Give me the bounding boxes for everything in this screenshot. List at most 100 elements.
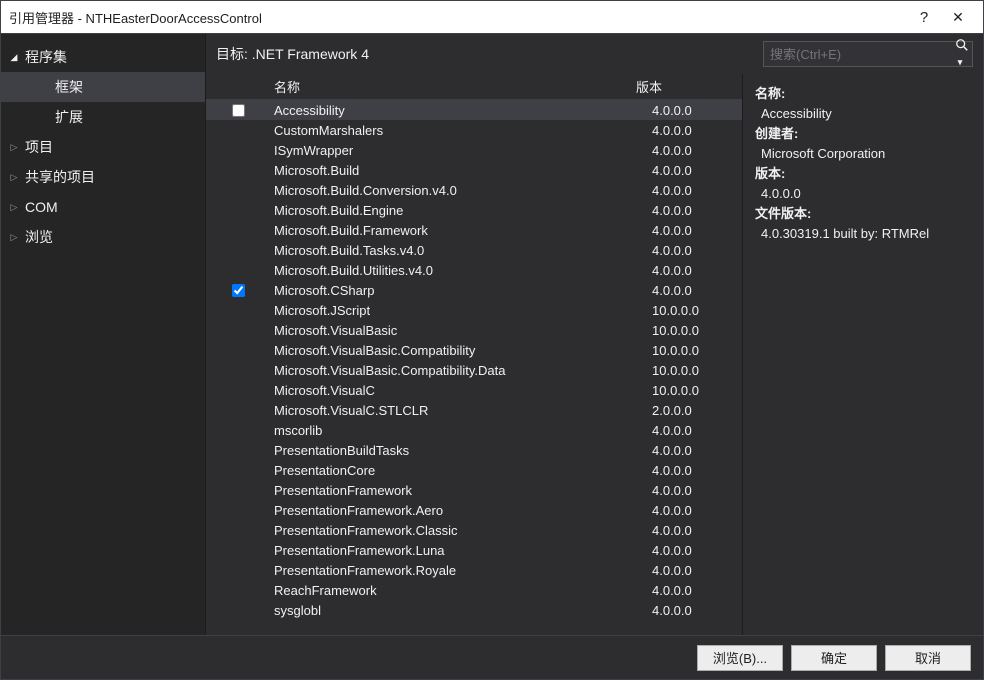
assembly-row[interactable]: PresentationFramework.Royale4.0.0.0	[206, 560, 742, 580]
help-button[interactable]: ?	[907, 3, 941, 31]
sidebar-item-6[interactable]: 浏览	[1, 222, 205, 252]
col-version-header[interactable]: 版本	[636, 77, 726, 96]
assembly-name: Accessibility	[270, 103, 652, 118]
main: 目标: .NET Framework 4 ▾ 名称 版本 Acc	[206, 34, 983, 635]
assembly-version: 4.0.0.0	[652, 483, 742, 498]
assembly-row[interactable]: Microsoft.Build4.0.0.0	[206, 160, 742, 180]
detail-filever-value: 4.0.30319.1 built by: RTMRel	[755, 224, 971, 244]
search-box[interactable]: ▾	[763, 41, 973, 67]
assembly-row[interactable]: Microsoft.Build.Framework4.0.0.0	[206, 220, 742, 240]
reference-manager-window: 引用管理器 - NTHEasterDoorAccessControl ? ✕ 程…	[0, 0, 984, 680]
assembly-name: PresentationBuildTasks	[270, 443, 652, 458]
assembly-row[interactable]: Accessibility4.0.0.0	[206, 100, 742, 120]
assembly-version: 4.0.0.0	[652, 143, 742, 158]
assembly-name: Microsoft.Build.Conversion.v4.0	[270, 183, 652, 198]
assembly-version: 4.0.0.0	[652, 103, 742, 118]
assembly-row[interactable]: PresentationFramework4.0.0.0	[206, 480, 742, 500]
assembly-name: sysglobl	[270, 603, 652, 618]
detail-filever-label: 文件版本:	[755, 204, 971, 224]
tree-collapsed-icon	[7, 142, 21, 153]
assembly-version: 10.0.0.0	[652, 383, 742, 398]
assembly-name: ISymWrapper	[270, 143, 652, 158]
sidebar-item-2[interactable]: 扩展	[1, 102, 205, 132]
sidebar-item-5[interactable]: COM	[1, 192, 205, 222]
assembly-row[interactable]: Microsoft.JScript10.0.0.0	[206, 300, 742, 320]
assembly-row[interactable]: PresentationBuildTasks4.0.0.0	[206, 440, 742, 460]
topbar: 目标: .NET Framework 4 ▾	[206, 34, 983, 74]
ok-button[interactable]: 确定	[791, 645, 877, 671]
assembly-name: PresentationFramework.Aero	[270, 503, 652, 518]
assembly-row[interactable]: sysglobl4.0.0.0	[206, 600, 742, 620]
assembly-row[interactable]: PresentationCore4.0.0.0	[206, 460, 742, 480]
assembly-checkbox[interactable]	[232, 284, 245, 297]
sidebar-item-0[interactable]: 程序集	[1, 42, 205, 72]
assembly-version: 4.0.0.0	[652, 183, 742, 198]
assembly-version: 4.0.0.0	[652, 223, 742, 238]
assembly-name: Microsoft.Build	[270, 163, 652, 178]
assembly-row[interactable]: Microsoft.VisualBasic.Compatibility.Data…	[206, 360, 742, 380]
assembly-grid: 名称 版本 Accessibility4.0.0.0CustomMarshale…	[206, 74, 743, 635]
sidebar-item-label: 共享的项目	[25, 167, 95, 187]
assembly-version: 4.0.0.0	[652, 243, 742, 258]
assembly-name: Microsoft.CSharp	[270, 283, 652, 298]
assembly-row[interactable]: Microsoft.CSharp4.0.0.0	[206, 280, 742, 300]
assembly-row[interactable]: Microsoft.VisualBasic.Compatibility10.0.…	[206, 340, 742, 360]
assembly-row[interactable]: Microsoft.Build.Utilities.v4.04.0.0.0	[206, 260, 742, 280]
search-icon[interactable]: ▾	[952, 38, 972, 71]
assembly-checkbox[interactable]	[232, 104, 245, 117]
assembly-version: 4.0.0.0	[652, 423, 742, 438]
assembly-name: CustomMarshalers	[270, 123, 652, 138]
assembly-version: 4.0.0.0	[652, 523, 742, 538]
target-label: 目标: .NET Framework 4	[216, 44, 753, 64]
row-checkbox-cell	[206, 104, 270, 117]
assembly-version: 4.0.0.0	[652, 583, 742, 598]
sidebar-item-1[interactable]: 框架	[1, 72, 205, 102]
assembly-name: Microsoft.VisualC.STLCLR	[270, 403, 652, 418]
sidebar-item-4[interactable]: 共享的项目	[1, 162, 205, 192]
assembly-row[interactable]: PresentationFramework.Luna4.0.0.0	[206, 540, 742, 560]
assembly-row[interactable]: Microsoft.Build.Tasks.v4.04.0.0.0	[206, 240, 742, 260]
sidebar-item-label: 程序集	[25, 47, 67, 67]
assembly-row[interactable]: CustomMarshalers4.0.0.0	[206, 120, 742, 140]
titlebar[interactable]: 引用管理器 - NTHEasterDoorAccessControl ? ✕	[1, 1, 983, 33]
assembly-name: ReachFramework	[270, 583, 652, 598]
sidebar-item-3[interactable]: 项目	[1, 132, 205, 162]
assembly-version: 4.0.0.0	[652, 203, 742, 218]
search-input[interactable]	[764, 47, 952, 62]
assembly-row[interactable]: mscorlib4.0.0.0	[206, 420, 742, 440]
assembly-name: PresentationFramework	[270, 483, 652, 498]
col-name-header[interactable]: 名称	[270, 77, 636, 96]
assembly-version: 4.0.0.0	[652, 603, 742, 618]
sidebar-item-label: 扩展	[55, 107, 83, 127]
assembly-version: 10.0.0.0	[652, 323, 742, 338]
assembly-row[interactable]: ReachFramework4.0.0.0	[206, 580, 742, 600]
sidebar-item-label: COM	[25, 199, 58, 215]
assembly-row[interactable]: PresentationFramework.Classic4.0.0.0	[206, 520, 742, 540]
assembly-row[interactable]: Microsoft.VisualBasic10.0.0.0	[206, 320, 742, 340]
detail-name-label: 名称:	[755, 84, 971, 104]
assembly-version: 10.0.0.0	[652, 363, 742, 378]
assembly-version: 4.0.0.0	[652, 283, 742, 298]
assembly-row[interactable]: ISymWrapper4.0.0.0	[206, 140, 742, 160]
assembly-row[interactable]: Microsoft.VisualC.STLCLR2.0.0.0	[206, 400, 742, 420]
assembly-name: Microsoft.Build.Framework	[270, 223, 652, 238]
assembly-row[interactable]: Microsoft.VisualC10.0.0.0	[206, 380, 742, 400]
grid-header[interactable]: 名称 版本	[206, 74, 742, 100]
window-title: 引用管理器 - NTHEasterDoorAccessControl	[9, 8, 907, 27]
close-button[interactable]: ✕	[941, 3, 975, 31]
sidebar-item-label: 项目	[25, 137, 53, 157]
assembly-name: Microsoft.VisualBasic.Compatibility	[270, 343, 652, 358]
footer: 浏览(B)... 确定 取消	[1, 635, 983, 679]
assembly-row[interactable]: Microsoft.Build.Conversion.v4.04.0.0.0	[206, 180, 742, 200]
assembly-version: 10.0.0.0	[652, 303, 742, 318]
cancel-button[interactable]: 取消	[885, 645, 971, 671]
assembly-row[interactable]: Microsoft.Build.Engine4.0.0.0	[206, 200, 742, 220]
assembly-name: mscorlib	[270, 423, 652, 438]
assembly-row[interactable]: PresentationFramework.Aero4.0.0.0	[206, 500, 742, 520]
assembly-name: Microsoft.Build.Tasks.v4.0	[270, 243, 652, 258]
sidebar: 程序集框架扩展项目共享的项目 COM 浏览	[1, 34, 206, 635]
grid-rows[interactable]: Accessibility4.0.0.0CustomMarshalers4.0.…	[206, 100, 742, 635]
browse-button[interactable]: 浏览(B)...	[697, 645, 783, 671]
body: 程序集框架扩展项目共享的项目 COM 浏览 目标: .NET Framework 4…	[1, 33, 983, 635]
assembly-name: Microsoft.JScript	[270, 303, 652, 318]
